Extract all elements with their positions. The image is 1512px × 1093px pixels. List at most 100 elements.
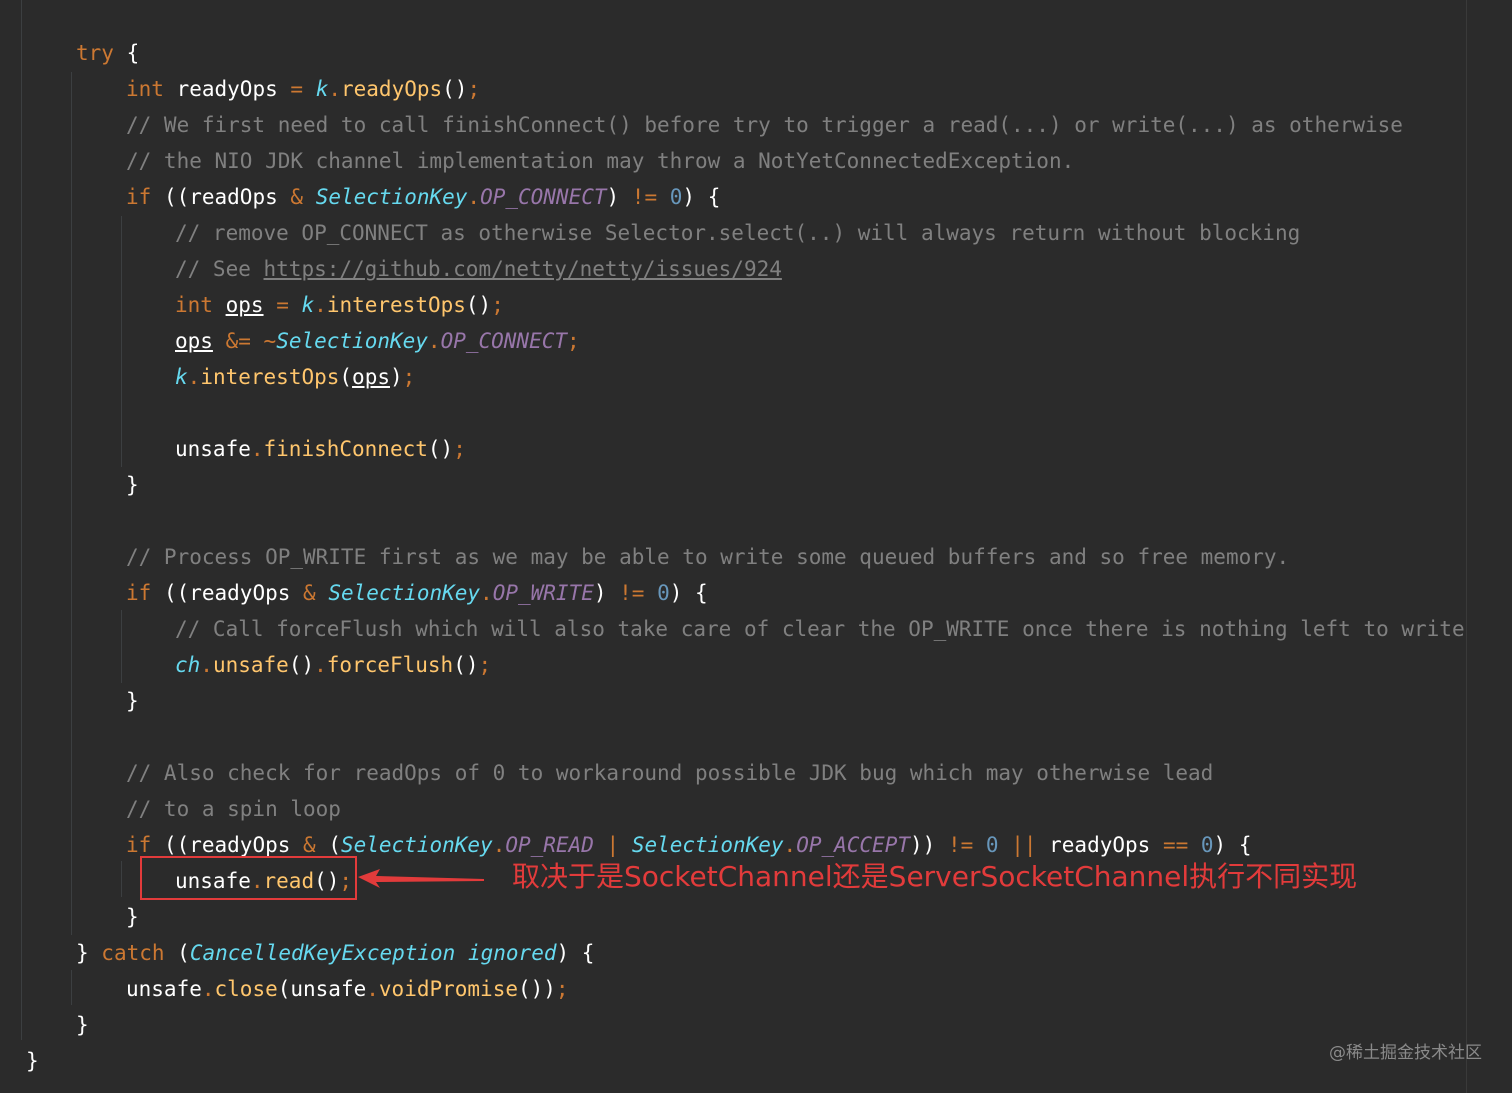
code-token: & [303,833,316,857]
code-token: readyOps [163,77,291,101]
code-token: = [276,293,289,317]
code-token: ops [175,329,213,353]
code-token: ; [567,329,580,353]
code-line: // to a spin loop [126,791,341,827]
code-line: int readyOps = k.readyOps(); [126,71,480,107]
code-token: () [427,437,454,461]
editor-right-margin [1466,0,1467,1093]
code-token: . [427,329,441,353]
code-token: OP_CONNECT [480,185,607,209]
code-token: // Process OP_WRITE first as we may be a… [126,545,1290,569]
code-token: . [314,653,327,677]
code-line: if ((readyOps & SelectionKey.OP_WRITE) !… [126,575,708,611]
code-token: . [200,653,213,677]
code-line: // Process OP_WRITE first as we may be a… [126,539,1289,575]
code-token: (unsafe [277,977,367,1001]
code-token: unsafe [126,977,202,1001]
code-token: } [76,1013,89,1037]
code-token: finishConnect [263,437,428,461]
indent-guide [21,0,22,1040]
code-token: } [76,941,102,965]
code-token: ( [164,941,190,965]
code-line: int ops = k.interestOps(); [175,287,504,323]
code-token: ch [175,653,201,677]
code-editor[interactable]: try {int readyOps = k.readyOps(); // We f… [0,0,1512,1093]
code-token: // remove OP_CONNECT as otherwise Select… [175,221,1301,245]
code-token: () [442,77,468,101]
code-token: ops [225,293,264,317]
code-token: ( [339,365,353,389]
indent-guide [121,610,122,683]
code-line: // the NIO JDK channel implementation ma… [126,143,1074,179]
code-token: & [290,185,304,209]
code-token: catch [101,941,165,965]
code-token: . [366,977,379,1001]
code-token: ((readOps [151,185,291,209]
indent-guide [121,216,122,467]
code-token: ) { [1213,833,1252,857]
code-token: () [288,653,315,677]
code-token: } [26,1049,39,1073]
code-token: != [619,581,645,605]
code-token: ( [315,833,341,857]
code-line: if ((readOps & SelectionKey.OP_CONNECT) … [126,179,720,215]
code-token: } [126,905,139,929]
code-token: | [606,833,620,857]
code-token: )) [910,833,948,857]
code-token: close [214,977,278,1001]
code-token: 0 [985,833,999,857]
indent-guide [121,861,122,897]
code-token: ; [453,437,466,461]
issue-link[interactable]: https://github.com/netty/netty/issues/92… [264,257,782,281]
code-token: ; [467,77,481,101]
code-token: ops [352,365,390,389]
indent-guide [71,72,72,935]
code-token: if [126,185,152,209]
code-token: 0 [669,185,683,209]
code-token: SelectionKey [340,833,493,857]
code-line: } catch (CancelledKeyException ignored) … [76,935,594,971]
code-token: OP_ACCEPT [796,833,910,857]
code-line: unsafe.finishConnect(); [175,431,466,467]
code-token: forceFlush [326,653,454,677]
indent-guide [71,970,72,1005]
code-token: ) [389,365,403,389]
code-token: ((readyOps [151,581,304,605]
code-token: () [453,653,479,677]
code-token: &= [225,329,251,353]
code-token: != [947,833,974,857]
code-line: ch.unsafe().forceFlush(); [175,647,491,683]
code-token: ~ [263,329,277,353]
arrow-icon [358,869,484,888]
code-token: . [187,365,201,389]
code-token: . [467,185,481,209]
code-line: try { [76,35,139,71]
code-token: SelectionKey [315,185,468,209]
code-line: // We first need to call finishConnect()… [126,107,1403,143]
code-line: } [76,1007,89,1043]
code-token: k [175,365,188,389]
code-token: readyOps [341,77,443,101]
code-token: // We first need to call finishConnect()… [126,113,1403,137]
code-token: ) { [669,581,708,605]
code-token: . [480,581,493,605]
code-token: ((readyOps [151,833,304,857]
code-token: SelectionKey [276,329,428,353]
code-line: } [126,683,139,719]
code-token: ) [606,185,632,209]
code-token: // Call forceFlush which will also take … [175,617,1465,641]
code-line: } [126,899,139,935]
code-token: if [126,581,152,605]
